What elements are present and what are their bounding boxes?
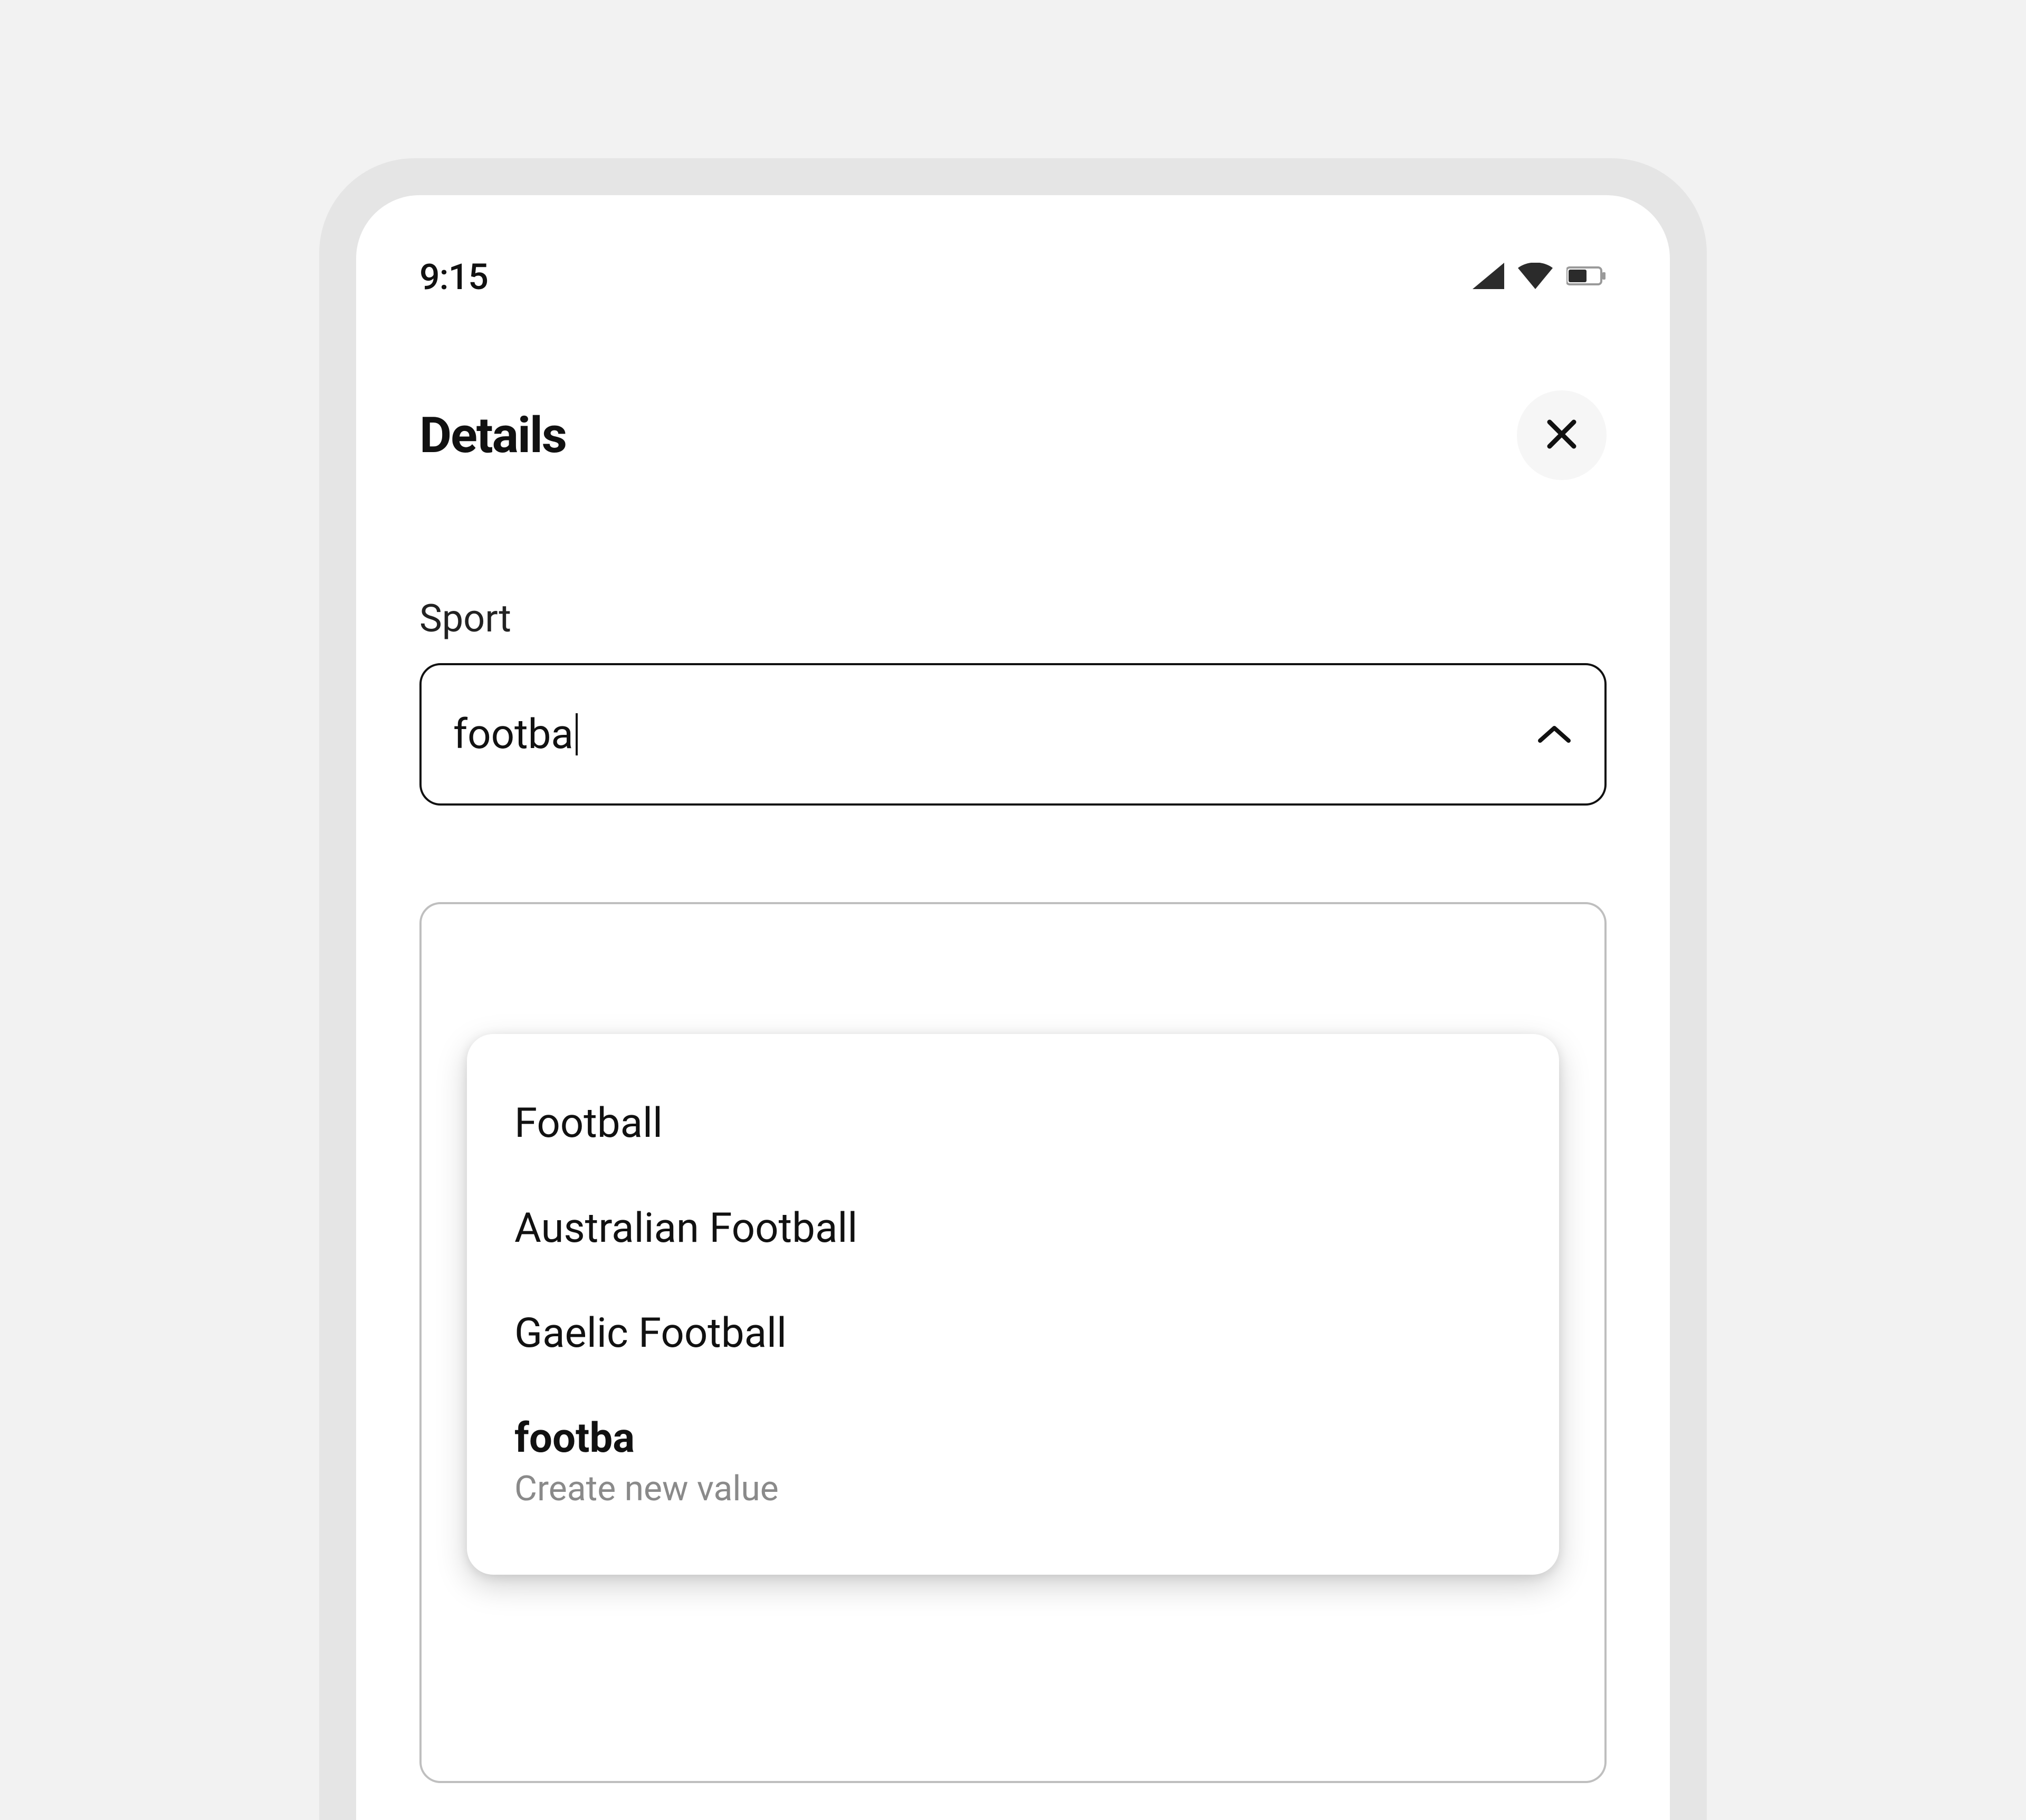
close-button[interactable] (1517, 390, 1607, 480)
status-bar: 9:15 (419, 248, 1607, 306)
status-time: 9:15 (419, 256, 488, 298)
field-label-sport: Sport (419, 596, 1607, 641)
close-icon (1543, 416, 1580, 455)
cellular-icon (1473, 263, 1504, 291)
create-option-secondary: Create new value (514, 1469, 1512, 1509)
header: Details (419, 390, 1607, 480)
sport-input-value: footba (453, 711, 574, 759)
text-caret (576, 713, 578, 755)
create-option-primary: footba (514, 1414, 1512, 1462)
chevron-up-icon[interactable] (1536, 716, 1573, 753)
sport-combobox[interactable]: footba (419, 663, 1607, 806)
battery-icon (1566, 265, 1607, 289)
page-title: Details (419, 406, 566, 464)
dropdown-create-option[interactable]: footba Create new value (467, 1386, 1559, 1538)
status-icons (1473, 263, 1607, 291)
dropdown-option[interactable]: Australian Football (467, 1176, 1559, 1281)
dropdown-option[interactable]: Gaelic Football (467, 1281, 1559, 1386)
sport-input-text[interactable]: footba (453, 711, 1536, 759)
sport-dropdown: Football Australian Football Gaelic Foot… (467, 1034, 1559, 1575)
wifi-icon (1518, 263, 1553, 291)
phone-screen: 9:15 Details (356, 195, 1670, 1820)
phone-frame: 9:15 Details (319, 158, 1707, 1820)
dropdown-option[interactable]: Football (467, 1071, 1559, 1176)
